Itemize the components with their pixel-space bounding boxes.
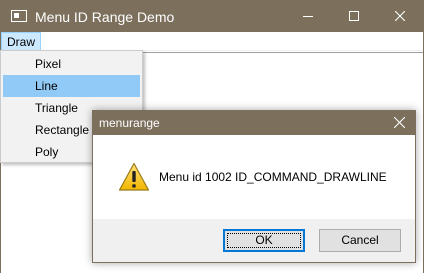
warning-icon [118, 162, 150, 191]
menu-item-label: Rectangle [35, 123, 90, 137]
minimize-button[interactable] [285, 1, 331, 32]
menu-item-label: Poly [35, 145, 59, 159]
message-dialog: menurange Menu id 1002 ID_COMMAND_DRAWLI… [92, 110, 416, 263]
menu-item-label: Triangle [35, 101, 78, 115]
dialog-close-button[interactable] [385, 111, 415, 135]
dialog-title-bar[interactable]: menurange [93, 111, 415, 135]
menu-item-label: Pixel [35, 57, 62, 71]
maximize-icon [349, 11, 359, 21]
menu-item-line[interactable]: Line [3, 75, 140, 97]
dialog-footer: OK Cancel [93, 219, 415, 262]
dialog-body: Menu id 1002 ID_COMMAND_DRAWLINE [93, 135, 415, 219]
dialog-title: menurange [99, 116, 160, 130]
cancel-button[interactable]: Cancel [319, 229, 401, 252]
dialog-message: Menu id 1002 ID_COMMAND_DRAWLINE [159, 170, 387, 184]
app-window-icon [11, 10, 27, 22]
title-bar[interactable]: Menu ID Range Demo [1, 1, 423, 32]
menu-draw[interactable]: Draw [1, 32, 42, 51]
menu-item-pixel[interactable]: Pixel [3, 53, 140, 75]
close-icon [395, 11, 405, 21]
minimize-icon [303, 16, 313, 17]
close-icon [394, 117, 405, 128]
cancel-button-label: Cancel [341, 233, 379, 247]
menu-item-label: Line [35, 79, 58, 93]
ok-button[interactable]: OK [223, 229, 305, 252]
menu-bar: Draw [1, 32, 423, 51]
window-title: Menu ID Range Demo [35, 9, 175, 25]
maximize-button[interactable] [331, 1, 377, 32]
close-button[interactable] [377, 1, 423, 32]
